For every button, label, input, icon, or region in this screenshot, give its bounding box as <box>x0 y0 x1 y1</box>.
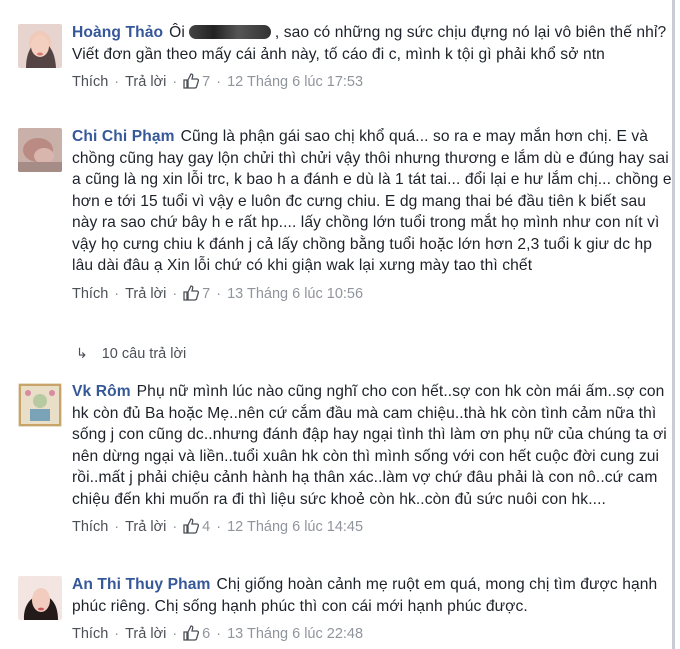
comment-time[interactable]: 12 Tháng 6 lúc 14:45 <box>227 519 363 535</box>
comment-text: An Thi Thuy Pham Chị giống hoàn cảnh mẹ r… <box>72 574 672 617</box>
like-count[interactable]: 6 <box>202 626 210 642</box>
reply-button[interactable]: Trả lời <box>125 74 166 90</box>
view-replies-link[interactable]: ↳ 10 câu trả lời <box>76 345 186 362</box>
comment-prefix: Ôi <box>169 24 185 41</box>
reply-button[interactable]: Trả lời <box>125 286 166 302</box>
comment-time[interactable]: 12 Tháng 6 lúc 17:53 <box>227 74 363 90</box>
comment-thread: Hoàng Thảo Ôi, sao có những ng sức chịu đ… <box>0 0 680 649</box>
comment-author[interactable]: Vk Rôm <box>72 383 131 400</box>
avatar[interactable] <box>18 383 62 427</box>
comment-text: Chi Chi Phạm Cũng là phận gái sao chị khổ… <box>72 126 672 277</box>
thumbs-up-icon <box>183 518 200 541</box>
avatar[interactable] <box>18 24 62 68</box>
comment-body: Cũng là phận gái sao chị khổ quá... so r… <box>72 128 672 274</box>
like-count[interactable]: 7 <box>202 74 210 90</box>
comment-author[interactable]: Hoàng Thảo <box>72 24 163 41</box>
like-button[interactable]: Thích <box>72 519 108 535</box>
comment-text: Hoàng Thảo Ôi, sao có những ng sức chịu đ… <box>72 22 672 65</box>
comment-body: Phụ nữ mình lúc nào cũng nghĩ cho con hế… <box>72 383 667 508</box>
thumbs-up-icon <box>183 625 200 648</box>
like-button[interactable]: Thích <box>72 74 108 90</box>
thumbs-up-icon <box>183 73 200 96</box>
replies-count-label[interactable]: 10 câu trả lời <box>102 346 186 362</box>
comment-author[interactable]: An Thi Thuy Pham <box>72 576 210 593</box>
comment-text: Vk Rôm Phụ nữ mình lúc nào cũng nghĩ cho … <box>72 381 672 510</box>
reply-arrow-icon: ↳ <box>76 345 88 361</box>
comment-time[interactable]: 13 Tháng 6 lúc 10:56 <box>227 286 363 302</box>
avatar[interactable] <box>18 128 62 172</box>
like-button[interactable]: Thích <box>72 626 108 642</box>
like-button[interactable]: Thích <box>72 286 108 302</box>
avatar[interactable] <box>18 576 62 620</box>
like-count[interactable]: 4 <box>202 519 210 535</box>
comment-actions: Thích · Trả lời · 7 · 13 Tháng 6 lúc 10:56 <box>72 283 672 305</box>
reply-button[interactable]: Trả lời <box>125 626 166 642</box>
comment-author[interactable]: Chi Chi Phạm <box>72 128 175 145</box>
comment-actions: Thích · Trả lời · 7 · 12 Tháng 6 lúc 17:53 <box>72 71 672 93</box>
reply-button[interactable]: Trả lời <box>125 519 166 535</box>
comment-actions: Thích · Trả lời · 4 · 12 Tháng 6 lúc 14:45 <box>72 516 672 538</box>
redacted-name <box>188 25 271 39</box>
comment-time[interactable]: 13 Tháng 6 lúc 22:48 <box>227 626 363 642</box>
comment-actions: Thích · Trả lời · 6 · 13 Tháng 6 lúc 22:48 <box>72 623 672 645</box>
like-count[interactable]: 7 <box>202 286 210 302</box>
thumbs-up-icon <box>183 284 200 308</box>
panel-border <box>672 0 675 649</box>
